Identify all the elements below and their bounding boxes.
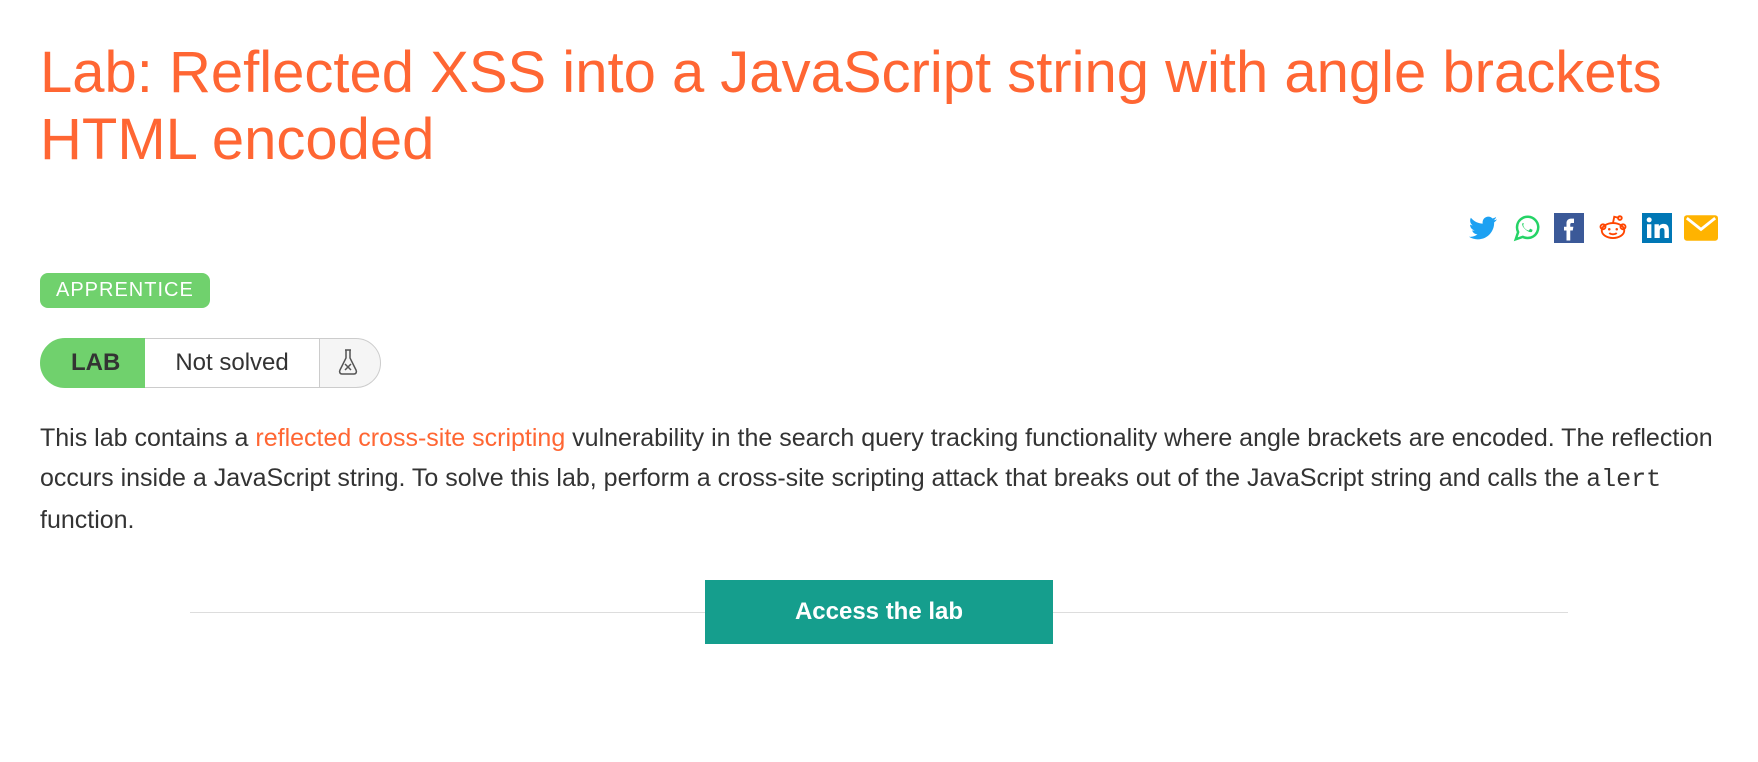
share-bar — [40, 213, 1718, 243]
page-title: Lab: Reflected XSS into a JavaScript str… — [40, 40, 1718, 173]
flask-icon — [319, 338, 381, 388]
email-icon[interactable] — [1684, 215, 1718, 241]
reddit-icon[interactable] — [1596, 213, 1630, 243]
whatsapp-icon[interactable] — [1512, 213, 1542, 243]
description-text-1: This lab contains a — [40, 424, 255, 452]
lab-description: This lab contains a reflected cross-site… — [40, 418, 1718, 540]
difficulty-badge: APPRENTICE — [40, 273, 210, 308]
code-alert: alert — [1586, 465, 1661, 494]
xss-link[interactable]: reflected cross-site scripting — [255, 424, 565, 452]
twitter-icon[interactable] — [1466, 214, 1500, 242]
lab-status-text: Not solved — [145, 338, 318, 388]
facebook-icon[interactable] — [1554, 213, 1584, 243]
lab-status: LAB Not solved — [40, 338, 1718, 388]
description-text-3: function. — [40, 506, 135, 534]
lab-status-label: LAB — [40, 338, 145, 388]
linkedin-icon[interactable] — [1642, 213, 1672, 243]
access-lab-button[interactable]: Access the lab — [705, 580, 1053, 644]
